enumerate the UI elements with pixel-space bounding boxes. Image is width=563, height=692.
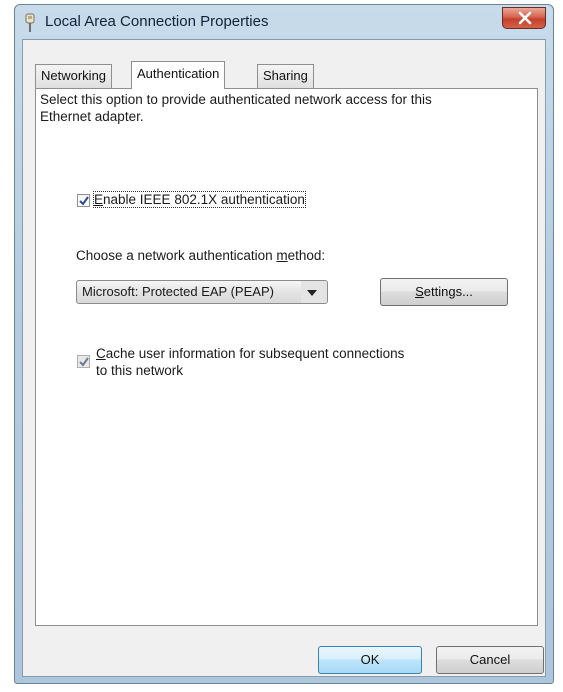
tab-networking[interactable]: Networking [35,64,113,88]
cache-user-info-checkbox[interactable] [77,355,90,368]
tab-sharing[interactable]: Sharing [257,64,314,88]
cache-user-info-line2: to this network [96,363,184,378]
method-label-accesskey: m [276,248,288,263]
method-label-post: ethod: [287,248,326,263]
authentication-description: Select this option to provide authentica… [40,92,432,124]
enable-8021x-checkbox[interactable] [77,194,90,207]
chevron-down-icon [301,281,327,303]
method-label: Choose a network authentication method: [76,248,325,263]
settings-accesskey: S [415,284,424,299]
tab-authentication[interactable]: Authentication [131,61,226,89]
cancel-button[interactable]: Cancel [436,646,544,674]
close-icon [518,11,532,25]
cache-accesskey: C [96,346,106,361]
settings-button-label: ettings... [423,284,473,299]
enable-8021x-text: nable IEEE 802.1X authentication [103,192,305,207]
tab-sharing-label: Sharing [263,68,308,83]
auth-method-value: Microsoft: Protected EAP (PEAP) [82,284,274,299]
tab-authentication-label: Authentication [137,66,220,81]
tab-networking-label: Networking [41,68,107,83]
network-connection-icon [23,13,37,33]
cache-text-1: ache user information for subsequent con… [105,346,405,361]
ok-button[interactable]: OK [318,646,422,674]
checkmark-icon [79,357,89,367]
cache-user-info-line1: Cache user information for subsequent co… [96,345,404,362]
cache-user-info-label[interactable]: Cache user information for subsequent co… [96,345,404,379]
auth-method-select[interactable]: Microsoft: Protected EAP (PEAP) [76,280,328,304]
window-title: Local Area Connection Properties [45,13,269,30]
enable-8021x-label[interactable]: Enable IEEE 802.1X authentication [93,191,306,208]
method-label-pre: Choose a network authentication [76,248,277,263]
title-bar[interactable]: Local Area Connection Properties [15,5,553,39]
settings-button[interactable]: Settings... [380,278,508,306]
enable-8021x-accesskey: E [94,192,104,207]
close-button[interactable] [502,7,546,29]
checkmark-icon [79,196,89,206]
